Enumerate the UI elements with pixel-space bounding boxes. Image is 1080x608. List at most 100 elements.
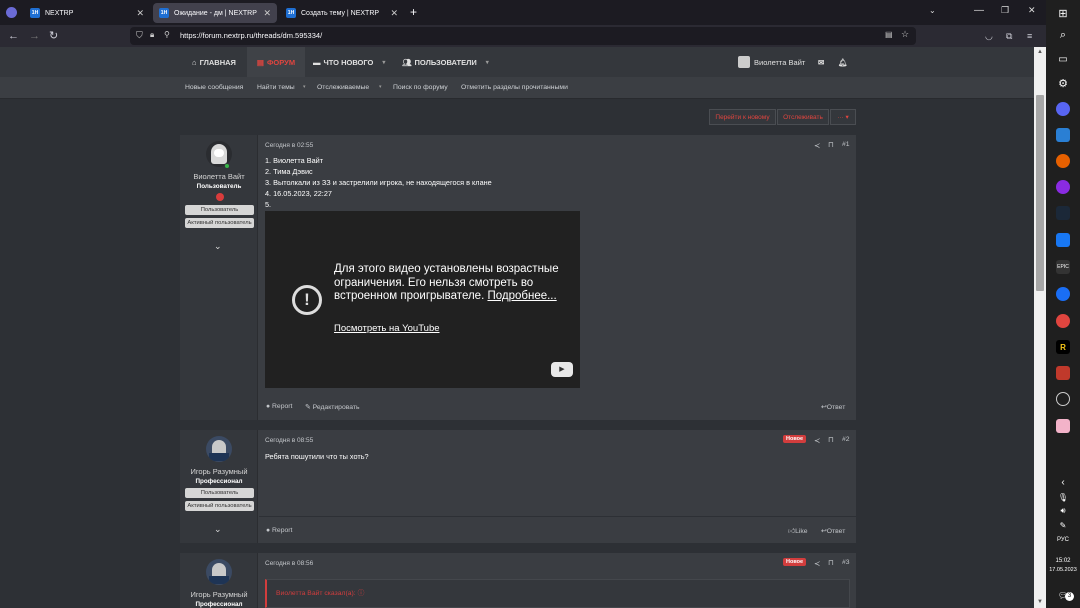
like-link[interactable]: 👍︎Like xyxy=(788,527,808,535)
reload-icon[interactable]: ↻ xyxy=(49,29,58,43)
discord-icon[interactable] xyxy=(1056,102,1070,116)
avatar[interactable] xyxy=(206,436,232,462)
pen-icon[interactable]: ✎ xyxy=(1056,518,1070,532)
edit-link[interactable]: ✎ Редактировать xyxy=(305,403,360,411)
report-link[interactable]: ● Report xyxy=(266,527,292,534)
subnav-search-forums[interactable]: Поиск по форуму xyxy=(393,84,448,91)
bookmark-icon[interactable]: ⊓ xyxy=(828,558,834,567)
tab-1[interactable]: 1H NEXTRP ✕ xyxy=(24,3,150,23)
post-author[interactable]: Виолетта Вайт xyxy=(180,172,258,181)
scrollbar-thumb[interactable] xyxy=(1036,95,1044,291)
epic-games-icon[interactable]: EPIC xyxy=(1056,260,1070,274)
browser-menu-icon[interactable] xyxy=(6,7,17,18)
post-date[interactable]: Сегодня в 08:56 xyxy=(265,560,313,567)
scroll-up-icon[interactable]: ▲ xyxy=(1037,49,1043,55)
microphone-icon[interactable]: 🎙︎ xyxy=(1056,490,1070,504)
pocket-icon[interactable]: ◡ xyxy=(985,29,993,43)
close-icon[interactable]: ✕ xyxy=(263,8,271,19)
windows-start-icon[interactable]: ⊞ xyxy=(1056,6,1070,20)
app-icon[interactable] xyxy=(1056,233,1070,247)
share-icon[interactable]: ≺ xyxy=(814,141,820,150)
speaker-icon[interactable]: 🔊︎ xyxy=(1056,504,1070,518)
close-icon[interactable]: ✕ xyxy=(390,8,398,19)
nav-home[interactable]: ⌂ ГЛАВНАЯ xyxy=(188,47,240,77)
shield-icon[interactable]: ⛉ xyxy=(136,30,143,41)
nav-forum-label: ФОРУМ xyxy=(267,57,296,67)
minimize-icon[interactable]: — xyxy=(974,5,984,16)
tab-list-icon[interactable]: ⌄ xyxy=(929,6,936,15)
subnav-watched[interactable]: Отслеживаемые xyxy=(317,84,369,91)
clock-app-icon[interactable] xyxy=(1056,392,1070,406)
share-icon[interactable]: ≺ xyxy=(814,436,820,445)
chevron-down-icon[interactable]: ▾ xyxy=(303,84,306,90)
bookmark-star-icon[interactable]: ☆ xyxy=(901,29,909,40)
post-date[interactable]: Сегодня в 02:55 xyxy=(265,142,313,149)
reader-view-icon[interactable]: ▤ xyxy=(885,30,893,39)
new-tab-button[interactable]: + xyxy=(410,5,417,19)
post-number[interactable]: #3 xyxy=(842,559,850,566)
nav-whats-new[interactable]: ▬ ЧТО НОВОГО ▾ xyxy=(313,47,385,77)
learn-more-link[interactable]: Подробнее... xyxy=(487,290,556,302)
clock-date[interactable]: 17.05.2023 xyxy=(1046,567,1080,573)
more-actions-button[interactable]: ··· ▾ xyxy=(830,109,856,125)
forward-icon[interactable]: → xyxy=(29,29,40,43)
search-icon[interactable]: ⌕ xyxy=(1056,28,1070,42)
youtube-embed[interactable]: ! Для этого видео установлены возрастные… xyxy=(265,211,580,388)
lock-icon[interactable]: 🔒︎ xyxy=(150,30,154,40)
close-icon[interactable]: ✕ xyxy=(136,8,144,19)
address-bar[interactable]: ⛉ 🔒︎ ⚲ https://forum.nextrp.ru/threads/d… xyxy=(130,27,916,45)
chevron-down-icon[interactable]: ⌄ xyxy=(214,524,222,535)
bell-icon[interactable]: 🔔︎ xyxy=(838,47,848,77)
subnav-new-posts[interactable]: Новые сообщения xyxy=(185,84,243,91)
folder-icon[interactable]: ▭ xyxy=(1056,52,1070,66)
jump-to-new-button[interactable]: Перейти к новому xyxy=(709,109,776,125)
post-number[interactable]: #1 xyxy=(842,141,850,148)
menu-icon[interactable]: ≡ xyxy=(1027,29,1032,43)
watch-button[interactable]: Отслеживать xyxy=(777,109,829,125)
account-menu[interactable]: Виолетта Вайт xyxy=(738,47,805,77)
share-icon[interactable]: ≺ xyxy=(814,559,820,568)
app-icon[interactable] xyxy=(1056,287,1070,301)
language-indicator[interactable]: РУС xyxy=(1046,537,1080,543)
youtube-play-icon[interactable]: ▶ xyxy=(551,362,573,377)
gear-icon[interactable]: ⚙ xyxy=(1056,76,1070,90)
post-author[interactable]: Игорь Разумный xyxy=(180,467,258,476)
reply-link[interactable]: ↩Ответ xyxy=(821,527,845,535)
clock-time[interactable]: 15:02 xyxy=(1046,558,1080,564)
restore-icon[interactable]: ❐ xyxy=(1001,5,1009,16)
app-icon[interactable] xyxy=(1056,366,1070,380)
app-icon[interactable] xyxy=(1056,128,1070,142)
app-icon[interactable] xyxy=(1056,419,1070,433)
subnav-mark-read[interactable]: Отметить разделы прочитанными xyxy=(461,84,568,91)
nav-forum[interactable]: ▤ ФОРУМ xyxy=(247,47,305,77)
rockstar-icon[interactable]: R xyxy=(1056,340,1070,354)
subnav-find-threads[interactable]: Найти темы xyxy=(257,84,295,91)
post-number[interactable]: #2 xyxy=(842,436,850,443)
bookmark-icon[interactable]: ⊓ xyxy=(828,435,834,444)
post-author[interactable]: Игорь Разумный xyxy=(180,590,258,599)
permissions-icon[interactable]: ⚲ xyxy=(164,30,170,39)
avatar[interactable] xyxy=(206,559,232,585)
chevron-left-icon[interactable]: ‹ xyxy=(1056,475,1070,489)
close-window-icon[interactable]: ✕ xyxy=(1028,5,1036,16)
chevron-down-icon[interactable]: ⌄ xyxy=(214,241,222,252)
watch-on-youtube-link[interactable]: Посмотреть на YouTube xyxy=(334,323,440,334)
app-icon[interactable] xyxy=(1056,314,1070,328)
scroll-down-icon[interactable]: ▼ xyxy=(1037,599,1043,605)
back-icon[interactable]: ← xyxy=(8,29,19,43)
user-banner: Пользователь xyxy=(185,488,254,498)
extensions-icon[interactable]: ⧉ xyxy=(1006,29,1012,43)
app-icon[interactable] xyxy=(1056,180,1070,194)
steam-icon[interactable] xyxy=(1056,206,1070,220)
post-date[interactable]: Сегодня в 08:55 xyxy=(265,437,313,444)
inbox-icon[interactable]: ✉ xyxy=(818,47,824,77)
quote-author[interactable]: Виолетта Вайт сказал(а): ⓘ xyxy=(276,587,364,597)
report-link[interactable]: ● Report xyxy=(266,403,292,410)
tab-2[interactable]: 1H Ожидание - дм | NEXTRP ✕ xyxy=(153,3,277,23)
bookmark-icon[interactable]: ⊓ xyxy=(828,140,834,149)
reply-link[interactable]: ↩Ответ xyxy=(821,403,845,411)
chevron-down-icon[interactable]: ▾ xyxy=(379,84,382,90)
firefox-icon[interactable] xyxy=(1056,154,1070,168)
nav-users[interactable]: 👥︎ ПОЛЬЗОВАТЕЛИ ▾ xyxy=(402,47,489,77)
tab-3[interactable]: 1H Создать тему | NEXTRP ✕ xyxy=(280,3,404,23)
